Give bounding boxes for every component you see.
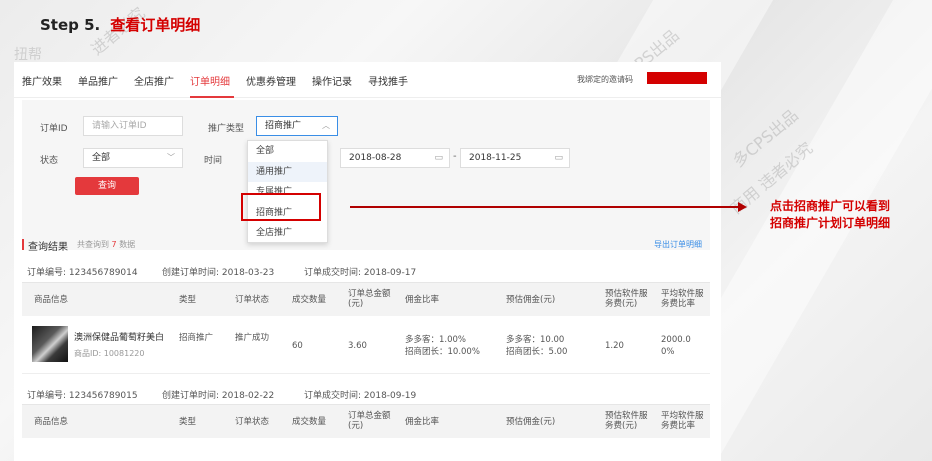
date-separator: - — [453, 151, 457, 162]
promo-type-value: 招商推广 — [265, 121, 302, 131]
row-status: 推广成功 — [235, 333, 270, 343]
col-rate: 佣金比率 — [405, 417, 440, 427]
col-amount: 订单总金额(元) — [348, 289, 391, 309]
col-type: 类型 — [179, 417, 197, 427]
col-service-fee: 预估软件服务费(元) — [605, 411, 648, 431]
app-screenshot: 推广效果 单品推广 全店推广 订单明细 优惠券管理 操作记录 寻找推手 我绑定的… — [14, 62, 721, 461]
col-type: 类型 — [179, 295, 197, 305]
step-heading: Step 5. 查看订单明细 — [40, 14, 200, 35]
export-orders-link[interactable]: 导出订单明细 — [654, 239, 702, 250]
col-status: 订单状态 — [235, 417, 270, 427]
results-count: 共查询到 7 数据 — [77, 239, 135, 250]
table-header: 商品信息 类型 订单状态 成交数量 订单总金额(元) 佣金比率 预估佣金(元) … — [22, 282, 710, 316]
query-button[interactable]: 查询 — [75, 177, 139, 195]
table-header: 商品信息 类型 订单状态 成交数量 订单总金额(元) 佣金比率 预估佣金(元) … — [22, 404, 710, 438]
order-completed-time: 订单成交时间: 2018-09-17 — [304, 268, 417, 278]
order-id-input[interactable]: 请输入订单ID — [83, 116, 183, 136]
time-label: 时间 — [204, 156, 223, 166]
callout-line-1: 点击招商推广可以看到 — [770, 199, 891, 213]
active-tab-indicator — [190, 96, 234, 98]
results-count-suffix: 数据 — [119, 240, 136, 249]
date-start-value: 2018-08-28 — [349, 153, 402, 163]
watermark: 扭帮 — [14, 47, 42, 63]
row-type: 招商推广 — [179, 333, 214, 343]
chevron-up-icon: ︿ — [322, 121, 330, 130]
promo-type-label: 推广类型 — [208, 124, 245, 134]
dropdown-option-general[interactable]: 通用推广 — [248, 161, 327, 182]
row-rate-1: 多多客：1.00% — [405, 335, 467, 345]
col-qty: 成交数量 — [292, 295, 327, 305]
chevron-down-icon: ﹀ — [167, 153, 175, 162]
row-rate-2: 招商团长：10.00% — [405, 347, 480, 357]
col-avg-rate: 平均软件服务费比率 — [661, 289, 704, 309]
filter-panel: 订单ID 请输入订单ID 推广类型 招商推广 ︿ 状态 全部 ﹀ 时间 2018… — [22, 100, 710, 250]
order-number: 订单编号: 123456789014 — [27, 268, 138, 278]
date-end-input[interactable]: 2018-11-25 ▭ — [460, 148, 570, 168]
tab-order-details[interactable]: 订单明细 — [190, 73, 230, 88]
tab-single-promo[interactable]: 单品推广 — [78, 73, 118, 88]
invite-code-label: 我绑定的邀请码 — [577, 75, 633, 84]
col-rate: 佣金比率 — [405, 295, 440, 305]
col-commission: 预估佣金(元) — [506, 417, 556, 427]
col-commission: 预估佣金(元) — [506, 295, 556, 305]
row-qty: 60 — [292, 341, 303, 351]
step-number: Step 5. — [40, 16, 101, 34]
order-completed-time: 订单成交时间: 2018-09-19 — [304, 391, 417, 401]
col-product: 商品信息 — [34, 417, 69, 427]
product-name[interactable]: 澳洲保健品葡萄籽美白 — [74, 330, 164, 343]
step-title: 查看订单明细 — [110, 16, 201, 34]
order-number: 订单编号: 123456789015 — [27, 391, 138, 401]
row-amount: 3.60 — [348, 341, 367, 351]
top-nav: 推广效果 单品推广 全店推广 订单明细 优惠券管理 操作记录 寻找推手 我绑定的… — [14, 62, 721, 98]
row-commission-1: 多多客：10.00 — [506, 335, 565, 345]
status-select[interactable]: 全部 ﹀ — [83, 148, 183, 168]
date-end-value: 2018-11-25 — [469, 153, 522, 163]
order-created-time: 创建订单时间: 2018-03-23 — [162, 268, 275, 278]
table-row[interactable]: 澳洲保健品葡萄籽美白 商品ID: 10081220 招商推广 推广成功 60 3… — [22, 316, 710, 374]
status-label: 状态 — [40, 156, 59, 166]
status-value: 全部 — [92, 153, 111, 163]
row-avg-rate: 2000.00% — [661, 335, 691, 357]
order-id-label: 订单ID — [40, 124, 68, 134]
results-title: 查询结果 — [28, 242, 68, 253]
col-product: 商品信息 — [34, 295, 69, 305]
annotation-callout: 点击招商推广可以看到 招商推广计划订单明细 — [770, 198, 890, 232]
calendar-icon: ▭ — [554, 153, 563, 163]
results-count-prefix: 共查询到 — [77, 240, 109, 249]
results-accent-bar — [22, 239, 24, 250]
product-id: 商品ID: 10081220 — [74, 349, 145, 358]
tab-promo-effect[interactable]: 推广效果 — [22, 73, 62, 88]
invite-code-redacted — [647, 72, 707, 84]
option-highlight-box — [241, 193, 321, 221]
col-qty: 成交数量 — [292, 417, 327, 427]
promo-type-select[interactable]: 招商推广 ︿ — [256, 116, 338, 136]
col-amount: 订单总金额(元) — [348, 411, 391, 431]
tab-find-promoter[interactable]: 寻找推手 — [368, 73, 408, 88]
dropdown-option-store[interactable]: 全店推广 — [248, 223, 327, 244]
promo-type-dropdown: 全部 通用推广 专属推广 招商推广 全店推广 — [247, 140, 328, 243]
results-count-number: 7 — [111, 240, 117, 249]
annotation-arrow — [350, 206, 740, 208]
row-commission-2: 招商团长：5.00 — [506, 347, 568, 357]
date-start-input[interactable]: 2018-08-28 ▭ — [340, 148, 450, 168]
tab-store-promo[interactable]: 全店推广 — [134, 73, 174, 88]
dropdown-option-all[interactable]: 全部 — [248, 141, 327, 162]
order-created-time: 创建订单时间: 2018-02-22 — [162, 391, 275, 401]
row-service-fee: 1.20 — [605, 341, 624, 351]
col-avg-rate: 平均软件服务费比率 — [661, 411, 704, 431]
callout-line-2: 招商推广计划订单明细 — [770, 216, 891, 230]
tab-operation-log[interactable]: 操作记录 — [312, 73, 352, 88]
calendar-icon: ▭ — [434, 153, 443, 163]
col-status: 订单状态 — [235, 295, 270, 305]
tab-coupon-manage[interactable]: 优惠券管理 — [246, 73, 296, 88]
arrow-head-icon — [738, 202, 747, 212]
col-service-fee: 预估软件服务费(元) — [605, 289, 648, 309]
product-thumbnail — [32, 326, 68, 362]
